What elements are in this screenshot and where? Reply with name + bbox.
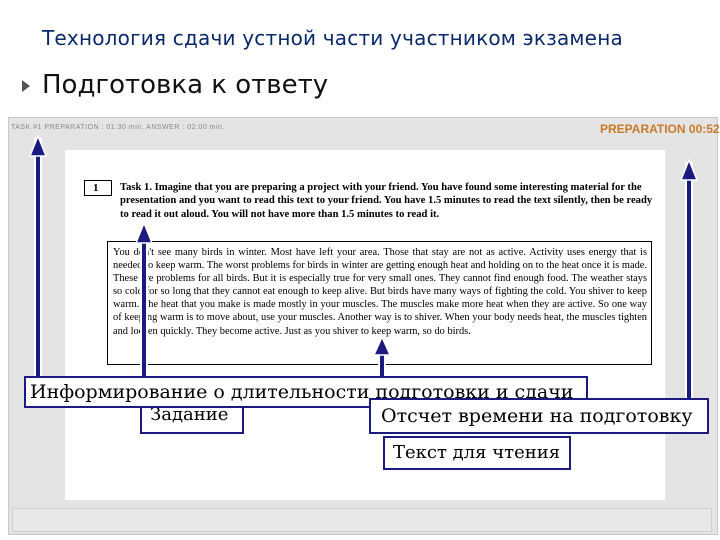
bullet-arrow-icon	[22, 80, 30, 92]
exam-bottom-bar	[12, 508, 712, 532]
slide-title: Технология сдачи устной части участником…	[42, 26, 623, 50]
callout-timer: Отсчет времени на подготовку	[369, 398, 709, 434]
task-instruction: Task 1. Imagine that you are preparing a…	[120, 182, 653, 220]
callout-task: Задание	[140, 404, 244, 434]
slide-subtitle: Подготовка к ответу	[42, 70, 329, 100]
task-number-box: 1	[84, 180, 112, 196]
preparation-timer: PREPARATION 00:52	[600, 122, 720, 136]
reading-text-box: You don't see many birds in winter. Most…	[107, 241, 652, 365]
callout-text: Текст для чтения	[383, 436, 571, 470]
task-info-bar: TASK #1 PREPARATION : 01:30 min. ANSWER …	[11, 124, 225, 131]
